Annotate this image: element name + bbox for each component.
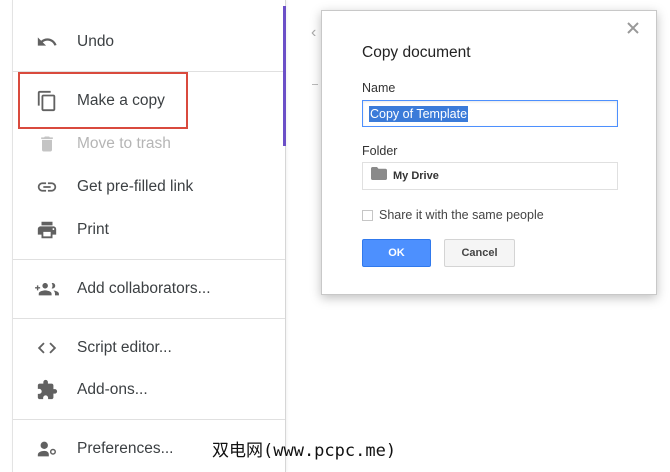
menu-item-move-to-trash: Move to trash [13, 124, 285, 164]
puzzle-icon [35, 378, 59, 402]
menu-item-label: Add-ons... [77, 381, 148, 398]
menu-divider [13, 259, 285, 260]
dialog-title: Copy document [362, 44, 471, 61]
folder-selector[interactable]: My Drive [362, 162, 618, 190]
undo-icon [35, 30, 59, 54]
copy-document-dialog: Copy document Name Copy of Template Fold… [321, 10, 657, 295]
menu-item-label: Preferences... [77, 440, 174, 457]
close-icon[interactable] [626, 21, 642, 37]
menu-item-label: Add collaborators... [77, 280, 211, 297]
folder-label: Folder [362, 144, 398, 158]
menu-item-label: Script editor... [77, 339, 172, 356]
side-accent-bar [283, 6, 286, 146]
trash-icon [35, 132, 59, 156]
name-input[interactable]: Copy of Template [362, 100, 618, 127]
folder-icon [371, 167, 387, 185]
menu-item-label: Print [77, 221, 109, 238]
menu-item-label: Undo [77, 33, 115, 50]
cancel-button[interactable]: Cancel [444, 239, 515, 267]
menu-item-undo[interactable]: Undo [13, 22, 285, 62]
name-label: Name [362, 81, 396, 95]
background-fragment-line [312, 84, 318, 89]
name-input-value: Copy of Template [369, 105, 469, 122]
menu-item-label: Move to trash [77, 135, 171, 152]
menu-item-get-prefilled-link[interactable]: Get pre-filled link [13, 167, 285, 207]
watermark-text: 双电网(www.pcpc.me) [212, 441, 397, 461]
background-fragment-icon: ‹ [311, 24, 317, 41]
menu-item-label: Get pre-filled link [77, 178, 194, 195]
menu-divider [13, 419, 285, 420]
menu-item-print[interactable]: Print [13, 210, 285, 250]
share-checkbox[interactable] [362, 209, 373, 221]
add-collaborators-icon [35, 277, 59, 301]
code-icon [35, 336, 59, 360]
person-settings-icon [35, 437, 59, 461]
link-icon [35, 175, 59, 199]
menu-item-add-ons[interactable]: Add-ons... [13, 370, 285, 410]
file-menu: Undo Make a copy Move to trash Get pre-f… [12, 0, 286, 472]
share-label: Share it with the same people [379, 208, 544, 222]
print-icon [35, 218, 59, 242]
folder-value: My Drive [393, 170, 439, 182]
ok-button[interactable]: OK [362, 239, 431, 267]
share-checkbox-row[interactable]: Share it with the same people [362, 208, 544, 222]
menu-divider [13, 318, 285, 319]
make-copy-highlight-box [18, 72, 188, 129]
menu-item-script-editor[interactable]: Script editor... [13, 328, 285, 368]
menu-item-add-collaborators[interactable]: Add collaborators... [13, 269, 285, 309]
